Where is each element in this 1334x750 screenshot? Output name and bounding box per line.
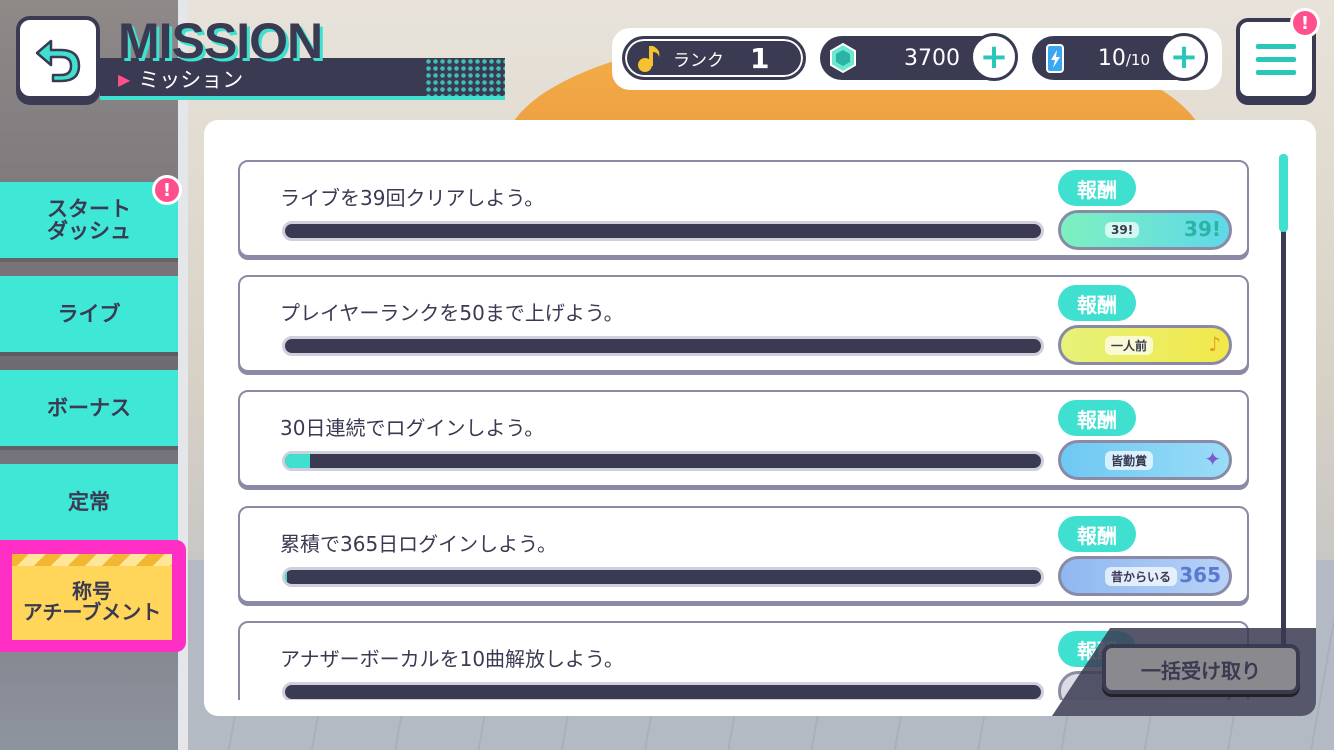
reward-tag: 報酬 bbox=[1058, 285, 1136, 321]
mission-row[interactable]: プレイヤーランクを50まで上げよう。 報酬 一人前 ♪ bbox=[238, 275, 1249, 372]
mission-title: 累積で365日ログインしよう。 bbox=[280, 532, 557, 556]
mission-row[interactable]: 30日連続でログインしよう。 報酬 皆勤賞 ✦ bbox=[238, 390, 1249, 487]
mission-row[interactable]: 累積で365日ログインしよう。 報酬 昔からいる 365 bbox=[238, 506, 1249, 603]
reward-title-plate[interactable]: 昔からいる 365 bbox=[1058, 556, 1232, 596]
mission-progress-fill bbox=[285, 454, 310, 468]
reward-deco: ♪ bbox=[1208, 332, 1221, 356]
reward-deco: 365 bbox=[1179, 563, 1221, 587]
reward-title-plate[interactable]: 39! 39! bbox=[1058, 210, 1232, 250]
mission-progress-bar bbox=[282, 682, 1044, 700]
scrollbar-thumb[interactable] bbox=[1279, 154, 1288, 232]
reward-deco: ✦ bbox=[1204, 447, 1221, 471]
mission-row[interactable]: ライブを39回クリアしよう。 報酬 39! 39! bbox=[238, 160, 1249, 257]
mission-title: プレイヤーランクを50まで上げよう。 bbox=[280, 301, 624, 325]
reward-tag: 報酬 bbox=[1058, 170, 1136, 206]
reward-title-text: 昔からいる bbox=[1105, 566, 1178, 586]
mission-title: 30日連続でログインしよう。 bbox=[280, 416, 545, 440]
reward-tag: 報酬 bbox=[1058, 516, 1136, 552]
collect-all-button[interactable]: 一括受け取り bbox=[1102, 644, 1300, 694]
mission-progress-bar bbox=[282, 451, 1044, 471]
reward-title-plate[interactable]: 皆勤賞 ✦ bbox=[1058, 440, 1232, 480]
reward-tag: 報酬 bbox=[1058, 400, 1136, 436]
mission-list: ライブを39回クリアしよう。 報酬 39! 39! プレイヤーランクを50まで上… bbox=[0, 0, 1334, 700]
reward-deco: 39! bbox=[1184, 217, 1221, 241]
reward-title-text: 皆勤賞 bbox=[1105, 450, 1154, 470]
reward-title-text: 一人前 bbox=[1105, 335, 1154, 355]
reward-title-text: 39! bbox=[1105, 222, 1140, 238]
mission-progress-bar bbox=[282, 567, 1044, 587]
mission-progress-bar bbox=[282, 221, 1044, 241]
mission-title: ライブを39回クリアしよう。 bbox=[280, 186, 545, 210]
reward-title-plate[interactable]: 一人前 ♪ bbox=[1058, 325, 1232, 365]
mission-progress-fill bbox=[285, 570, 288, 584]
mission-progress-bar bbox=[282, 336, 1044, 356]
mission-title: アナザーボーカルを10曲解放しよう。 bbox=[280, 647, 624, 671]
